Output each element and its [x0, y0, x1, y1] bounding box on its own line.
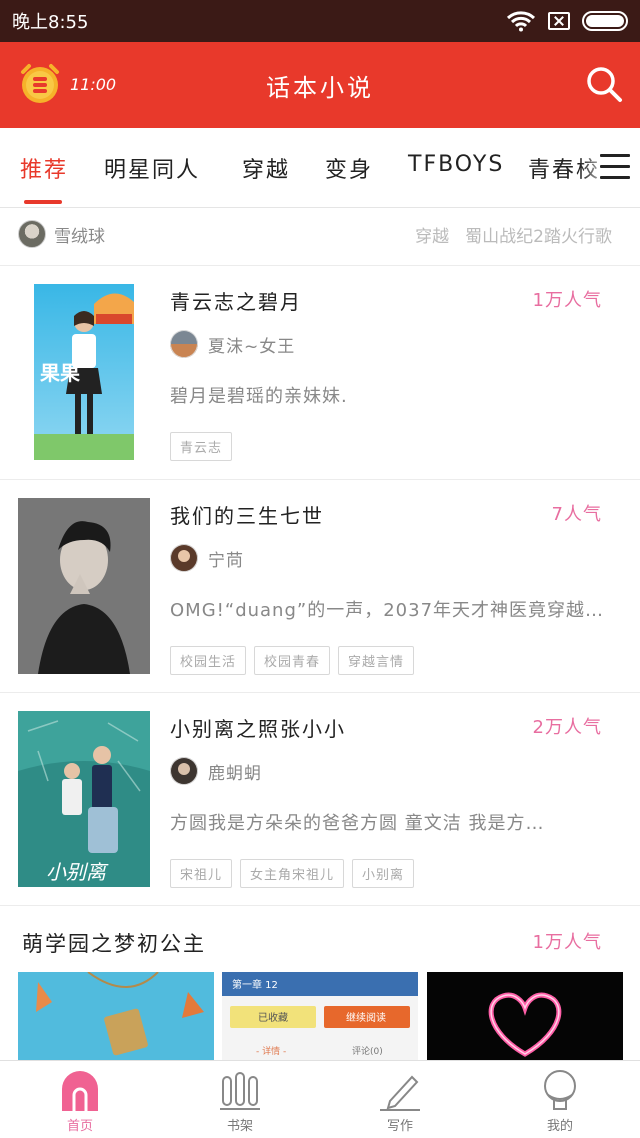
book-description: OMG!“duang”的一声，2037年天才神医竟穿越…	[170, 600, 605, 621]
home-icon	[62, 1071, 98, 1111]
popularity-count: 1万人气	[532, 290, 602, 311]
author-name: 夏沫~女王	[208, 337, 296, 357]
avatar	[170, 330, 198, 358]
nav-profile[interactable]: 我的	[480, 1061, 640, 1138]
bookshelf-icon	[220, 1072, 260, 1110]
popularity-count: 1万人气	[532, 932, 602, 953]
cover-title: 小别离	[46, 860, 109, 884]
activity-ticker[interactable]: 雪绒球 穿越 蜀山战纪2踏火行歌	[0, 208, 640, 266]
book-cover	[18, 498, 150, 674]
nav-label: 书架	[226, 1119, 253, 1134]
nav-label: 写作	[386, 1119, 413, 1134]
nav-label: 我的	[546, 1119, 573, 1134]
featured-collection[interactable]: 萌学园之梦初公主 1万人气 第一章 12 已收藏 继续阅读 - 详情 - 评论(…	[0, 906, 640, 1060]
nav-home[interactable]: 首页	[0, 1061, 160, 1138]
battery-icon	[582, 11, 628, 31]
tag-list: 校园生活 校园青春 穿越言情	[170, 646, 415, 675]
book-item[interactable]: 果果 青云志之碧月 1万人气 夏沫~女王 碧月是碧瑶的亲妹妹. 青云志	[0, 266, 640, 480]
active-tab-indicator	[24, 200, 62, 204]
search-icon[interactable]	[584, 64, 624, 104]
featured-thumbnail[interactable]	[18, 972, 214, 1060]
book-tag[interactable]: 宋祖儿	[170, 859, 233, 888]
bottom-navigation: 首页 书架 写作 我的	[0, 1060, 640, 1138]
tab-celebrity-fanfic[interactable]: 明星同人	[104, 152, 200, 184]
ticker-username: 雪绒球	[54, 227, 105, 247]
status-bar: 晚上8:55	[0, 0, 640, 42]
thumb-link-text: 评论(0)	[352, 1045, 383, 1057]
book-title: 小别离之照张小小	[170, 717, 346, 741]
nav-write[interactable]: 写作	[320, 1061, 480, 1138]
status-icons	[506, 10, 628, 32]
app-bar: 11:00 话本小说	[0, 42, 640, 128]
cover-title: 果果	[40, 361, 80, 385]
book-cover: 小别离	[18, 711, 150, 887]
tag-list: 宋祖儿 女主角宋祖儿 小别离	[170, 859, 415, 888]
avatar	[18, 220, 46, 248]
featured-thumbnail[interactable]	[427, 972, 623, 1060]
book-title: 我们的三生七世	[170, 504, 324, 528]
nav-bookshelf[interactable]: 书架	[160, 1061, 320, 1138]
thumb-link-text: - 详情 -	[256, 1045, 286, 1057]
avatar	[170, 544, 198, 572]
ticker-category: 穿越	[415, 227, 450, 247]
book-tag[interactable]: 女主角宋祖儿	[240, 859, 345, 888]
avatar	[170, 757, 198, 785]
tab-time-travel[interactable]: 穿越	[242, 152, 290, 184]
popularity-count: 2万人气	[532, 717, 602, 738]
status-time: 晚上8:55	[12, 12, 89, 33]
profile-icon	[544, 1070, 576, 1110]
book-description: 方圆我是方朵朵的爸爸方圆 童文洁 我是方…	[170, 813, 545, 834]
pen-icon	[380, 1075, 420, 1111]
book-tag[interactable]: 校园青春	[254, 646, 331, 675]
book-tag[interactable]: 穿越言情	[338, 646, 415, 675]
book-tag[interactable]: 小别离	[352, 859, 415, 888]
wifi-icon	[506, 11, 536, 32]
app-title: 话本小说	[266, 74, 374, 102]
book-title: 青云志之碧月	[170, 290, 302, 314]
popularity-count: 7人气	[551, 504, 602, 525]
tab-tfboys[interactable]: TFBOYS	[408, 152, 504, 177]
book-tag[interactable]: 校园生活	[170, 646, 247, 675]
book-description: 碧月是碧瑶的亲妹妹.	[170, 386, 348, 407]
author-name: 鹿蚏蚏	[208, 764, 262, 784]
tab-recommend[interactable]: 推荐	[20, 152, 68, 184]
ticker-book: 蜀山战纪2踏火行歌	[465, 227, 612, 247]
book-cover: 果果	[34, 284, 134, 460]
no-sim-icon	[548, 12, 570, 30]
tabs-menu-icon[interactable]	[600, 154, 630, 180]
book-item[interactable]: 我们的三生七世 7人气 宁苘 OMG!“duang”的一声，2037年天才神医竟…	[0, 480, 640, 693]
featured-thumbnail[interactable]: 第一章 12 已收藏 继续阅读 - 详情 - 评论(0)	[222, 972, 418, 1060]
thumb-header-text: 第一章 12	[232, 978, 278, 991]
tag-list: 青云志	[170, 432, 233, 461]
author-name: 宁苘	[208, 551, 244, 571]
tab-transformation[interactable]: 变身	[325, 152, 373, 184]
thumb-button-text: 已收藏	[258, 1011, 288, 1024]
nav-label: 首页	[66, 1119, 93, 1134]
thumb-button-text: 继续阅读	[346, 1011, 386, 1024]
book-tag[interactable]: 青云志	[170, 432, 233, 461]
book-item[interactable]: 小别离 小别离之照张小小 2万人气 鹿蚏蚏 方圆我是方朵朵的爸爸方圆 童文洁 我…	[0, 693, 640, 906]
featured-title: 萌学园之梦初公主	[22, 932, 206, 956]
category-tabs: 推荐 明星同人 穿越 变身 TFBOYS 青春校	[0, 128, 640, 208]
